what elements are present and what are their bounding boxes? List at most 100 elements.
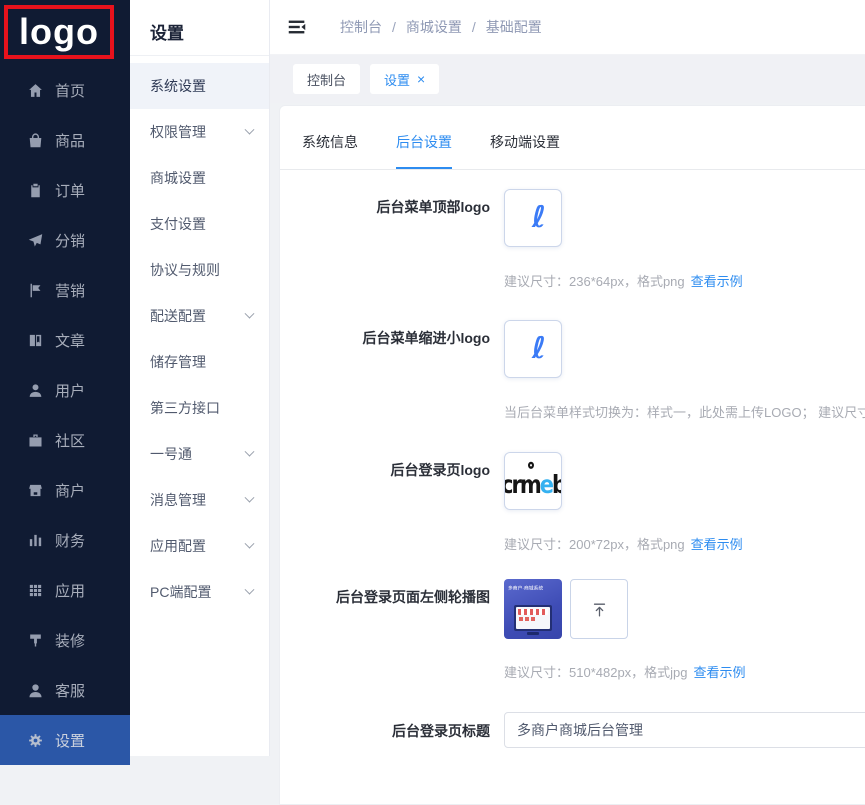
order-clipboard-icon [27,182,44,199]
chevron-down-icon [245,446,255,456]
sidebar-item-user[interactable]: 用户 [0,365,130,415]
sidebar-item-decoration[interactable]: 装修 [0,615,130,665]
submenu-item-system-settings[interactable]: 系统设置 [130,63,269,109]
home-icon [27,82,44,99]
sidebar-item-label: 文章 [55,330,85,351]
sidebar-item-label: 应用 [55,580,85,601]
submenu-item-label: 储存管理 [150,352,206,372]
sidebar-item-finance[interactable]: 财务 [0,515,130,565]
paint-tool-icon [27,632,44,649]
logo: logo [19,14,99,50]
submenu-item-yihaotong[interactable]: 一号通 [130,431,269,477]
page-tab-settings[interactable]: 设置 × [370,64,439,94]
sidebar-item-order[interactable]: 订单 [0,165,130,215]
carousel-thumbnail[interactable]: 多商户·商城系统 [504,579,562,639]
tab-system-info[interactable]: 系统信息 [302,132,358,169]
sidebar-item-app[interactable]: 应用 [0,565,130,615]
submenu-item-label: 一号通 [150,444,192,464]
sidebar-item-settings[interactable]: 设置 [0,715,130,765]
page-tab-console[interactable]: 控制台 [293,64,360,94]
hint-row: 当后台菜单样式切换为：样式一，此处需上传LOGO； 建议尺寸 [280,378,865,421]
sidebar-item-label: 分销 [55,230,85,251]
hint-row: 建议尺寸：510*482px，格式jpg 查看示例 [280,639,865,681]
hint-text: 建议尺寸：236*64px，格式png [504,274,685,289]
view-example-link[interactable]: 查看示例 [691,274,743,289]
close-tab-icon[interactable]: × [417,72,425,86]
menu-top-logo-image[interactable]: ℓ [504,189,562,247]
view-example-link[interactable]: 查看示例 [694,665,746,680]
view-example-link[interactable]: 查看示例 [691,537,743,552]
sidebar-item-home[interactable]: 首页 [0,65,130,115]
breadcrumb-item-mall-settings[interactable]: 商城设置 [406,17,462,37]
sidebar-item-label: 首页 [55,80,85,101]
submenu-item-third-party[interactable]: 第三方接口 [130,385,269,431]
field-hint: 建议尺寸：510*482px，格式jpg 查看示例 [504,662,746,681]
form-row-menu-small-logo: 后台菜单缩进小logo ℓ [280,320,865,378]
main-nav: 首页 商品 订单 分销 营销 文章 用户 社区 [0,65,130,765]
field-hint: 建议尺寸：236*64px，格式png 查看示例 [504,271,743,290]
upload-icon [591,601,608,618]
submenu-item-label: 权限管理 [150,122,206,142]
sidebar-item-community[interactable]: 社区 [0,415,130,465]
submenu-item-payment[interactable]: 支付设置 [130,201,269,247]
tab-backend-settings[interactable]: 后台设置 [396,132,452,169]
submenu-item-delivery[interactable]: 配送配置 [130,293,269,339]
script-l-logo: ℓ [532,334,546,364]
sidebar-item-label: 客服 [55,680,85,701]
login-logo-image[interactable]: crmeb [504,452,562,510]
breadcrumb-item-basic-config[interactable]: 基础配置 [486,17,542,37]
hint-row: 建议尺寸：236*64px，格式png 查看示例 [280,247,865,290]
submenu-item-label: 系统设置 [150,76,206,96]
content-tabs: 系统信息 后台设置 移动端设置 [280,106,865,170]
submenu-item-mall-settings[interactable]: 商城设置 [130,155,269,201]
breadcrumb-item-console[interactable]: 控制台 [340,17,382,37]
sidebar-item-distribution[interactable]: 分销 [0,215,130,265]
form-row-login-carousel: 后台登录页面左侧轮播图 多商户·商城系统 [280,579,865,639]
form-row-login-logo: 后台登录页logo crmeb [280,452,865,510]
submenu-item-storage[interactable]: 储存管理 [130,339,269,385]
submenu-item-label: 支付设置 [150,214,206,234]
tab-mobile-settings[interactable]: 移动端设置 [490,132,560,169]
book-icon [27,332,44,349]
sidebar-item-merchant[interactable]: 商户 [0,465,130,515]
submenu-title: 设置 [130,0,269,56]
sidebar-item-article[interactable]: 文章 [0,315,130,365]
submenu-item-message[interactable]: 消息管理 [130,477,269,523]
submenu-item-app-config[interactable]: 应用配置 [130,523,269,569]
flag-icon [27,282,44,299]
field-label: 后台菜单顶部logo [280,189,490,217]
menu-small-logo-image[interactable]: ℓ [504,320,562,378]
sidebar-item-service[interactable]: 客服 [0,665,130,715]
chevron-down-icon [245,538,255,548]
chevron-down-icon [245,584,255,594]
sidebar-item-label: 社区 [55,430,85,451]
form-row-login-title: 后台登录页标题 [280,712,865,748]
bar-chart-icon [27,532,44,549]
menu-collapse-icon[interactable] [286,16,308,38]
submenu-item-label: PC端配置 [150,582,211,602]
storefront-icon [27,482,44,499]
breadcrumb-separator: / [472,19,476,35]
logo-area: logo [0,0,130,66]
sidebar-item-goods[interactable]: 商品 [0,115,130,165]
hint-text: 建议尺寸：510*482px，格式jpg [504,665,688,680]
submenu-item-pc-config[interactable]: PC端配置 [130,569,269,615]
submenu-item-permission[interactable]: 权限管理 [130,109,269,155]
upload-button[interactable] [570,579,628,639]
submenu-item-label: 协议与规则 [150,260,220,280]
paper-plane-icon [27,232,44,249]
submenu-item-agreement[interactable]: 协议与规则 [130,247,269,293]
hint-text: 建议尺寸：200*72px，格式png [504,537,685,552]
page-tabbar: 控制台 设置 × [270,55,865,103]
briefcase-icon [27,432,44,449]
chevron-down-icon [245,124,255,134]
field-label: 后台登录页标题 [280,712,490,741]
main-area: 控制台 / 商城设置 / 基础配置 控制台 设置 × 系统信息 后台设置 移动端… [270,0,865,756]
field-hint: 建议尺寸：200*72px，格式png 查看示例 [504,534,743,553]
submenu-item-label: 应用配置 [150,536,206,556]
sidebar-item-marketing[interactable]: 营销 [0,265,130,315]
submenu-item-label: 消息管理 [150,490,206,510]
user-icon [27,382,44,399]
login-title-input[interactable] [504,712,865,748]
hint-row: 建议尺寸：200*72px，格式png 查看示例 [280,510,865,553]
